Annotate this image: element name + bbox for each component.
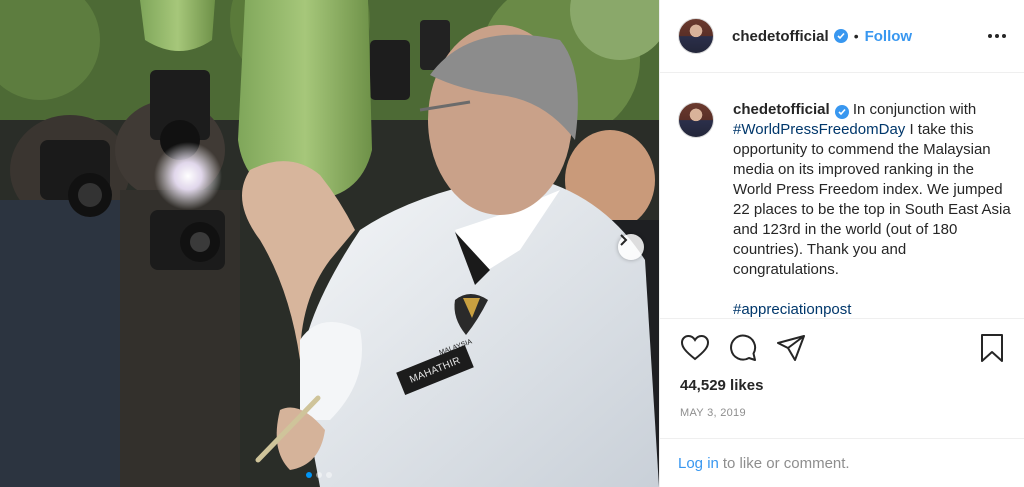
photo-illustration: MALAYSIA [0,0,659,487]
comment-icon[interactable] [728,333,758,363]
caption-text-part: I take this opportunity to commend the M… [733,121,1011,278]
login-prompt: Log in to like or comment. [660,438,1024,487]
caption-username-link[interactable]: chedetofficial [733,101,830,118]
avatar[interactable] [678,18,714,54]
carousel-dot [316,472,322,478]
username-link[interactable]: chedetofficial [732,28,829,45]
share-icon[interactable] [776,333,806,363]
post-actions: 44,529 likes MAY 3, 2019 [660,318,1024,419]
caption-text: chedetofficial In conjunction with #Worl… [733,100,1011,318]
carousel-dot [326,472,332,478]
hashtag-link[interactable]: #appreciationpost [733,301,851,318]
carousel-dot [306,472,312,478]
heart-icon[interactable] [680,333,710,363]
likes-count[interactable]: 44,529 likes [680,377,1007,394]
post-photo[interactable]: MALAYSIA MAHATHIR [0,0,659,487]
action-icons-row [680,319,1007,377]
post-details-panel: chedetofficial • Follow chedetofficial I… [659,0,1024,487]
bookmark-icon[interactable] [977,333,1007,363]
avatar[interactable] [678,102,714,138]
caption-text-part: In conjunction with [848,101,977,118]
hashtag-link[interactable]: #WorldPressFreedomDay [733,121,905,138]
carousel-next-button[interactable] [618,234,644,260]
separator: • [853,28,859,44]
follow-button[interactable]: Follow [865,28,913,45]
caption: chedetofficial In conjunction with #Worl… [678,100,1011,318]
login-link[interactable]: Log in [678,455,719,472]
post-date: MAY 3, 2019 [680,407,746,419]
verified-badge-icon [834,105,849,119]
comments-section: chedetofficial In conjunction with #Worl… [660,74,1024,318]
post-header: chedetofficial • Follow [660,0,1024,73]
login-prompt-text: to like or comment. [722,454,850,472]
more-options-icon[interactable] [986,28,1008,44]
verified-badge-icon [833,29,848,43]
carousel-indicator [306,472,332,478]
chevron-right-icon [620,234,628,246]
